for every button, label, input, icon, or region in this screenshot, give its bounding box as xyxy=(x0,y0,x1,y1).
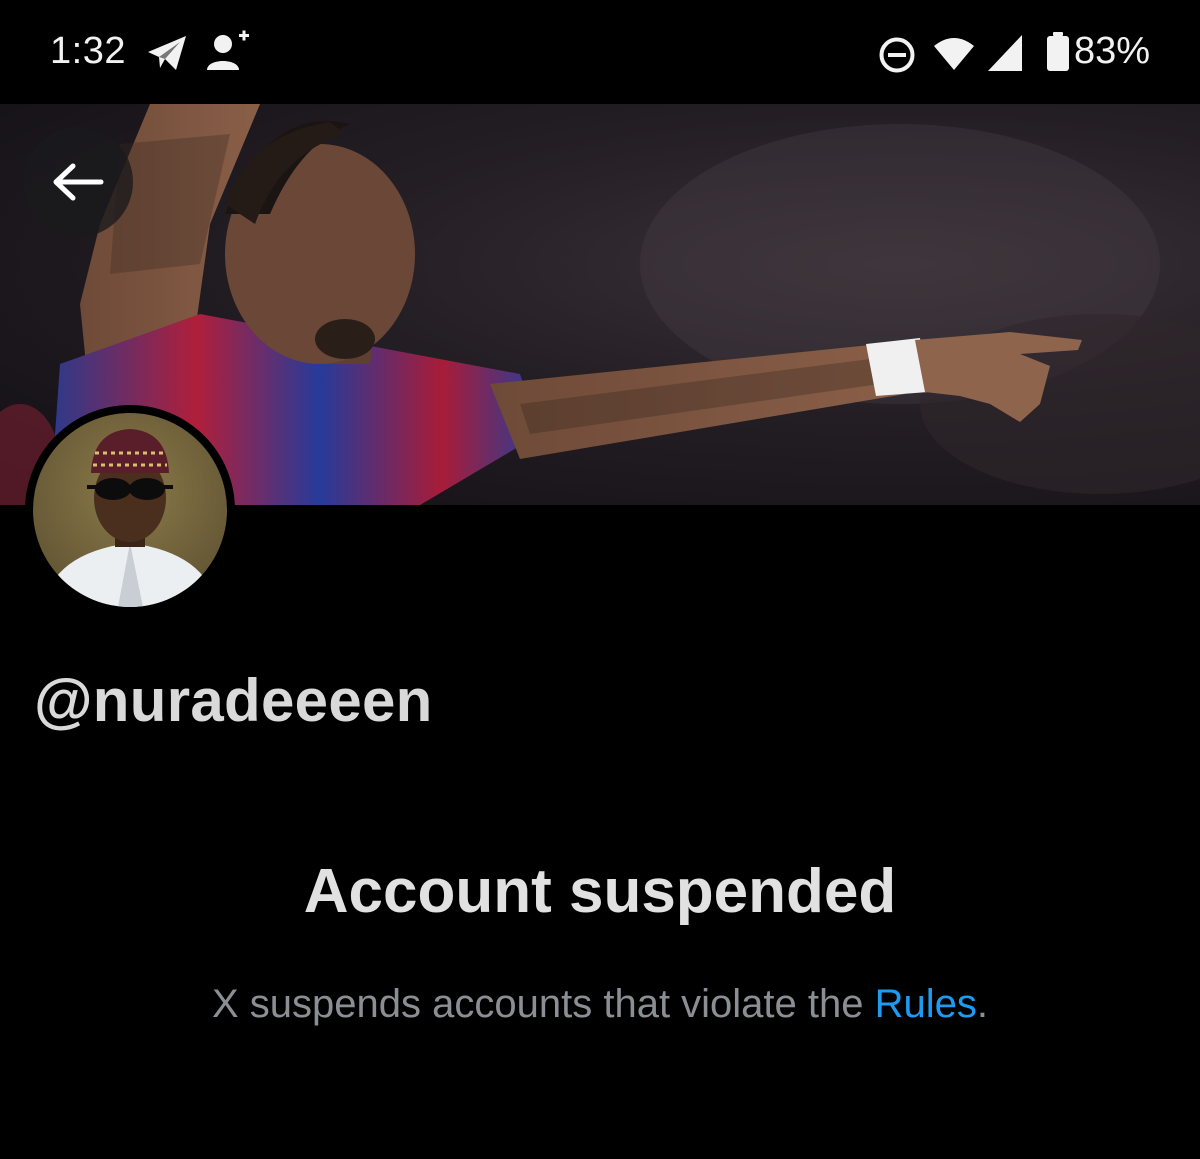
back-button[interactable] xyxy=(23,127,133,237)
wifi-icon xyxy=(932,36,976,77)
telegram-icon xyxy=(146,34,188,77)
signal-icon xyxy=(986,33,1026,78)
profile-handle: @nuradeeeen xyxy=(34,667,433,734)
back-arrow-icon xyxy=(53,163,104,201)
suspension-description: X suspends accounts that violate the Rul… xyxy=(0,982,1200,1027)
rules-link[interactable]: Rules xyxy=(875,982,977,1026)
add-contact-icon xyxy=(205,30,253,77)
do-not-disturb-icon xyxy=(878,36,916,79)
profile-avatar[interactable] xyxy=(25,405,235,615)
battery-icon xyxy=(1046,32,1070,77)
status-time: 1:32 xyxy=(50,30,126,72)
suspension-description-text: X suspends accounts that violate the xyxy=(211,982,875,1026)
suspension-title: Account suspended xyxy=(303,857,897,926)
status-bar: 1:32 83% xyxy=(0,0,1200,104)
avatar-photo xyxy=(33,413,227,607)
battery-percentage: 83% xyxy=(1074,30,1151,72)
suspension-description-period: . xyxy=(976,982,989,1026)
